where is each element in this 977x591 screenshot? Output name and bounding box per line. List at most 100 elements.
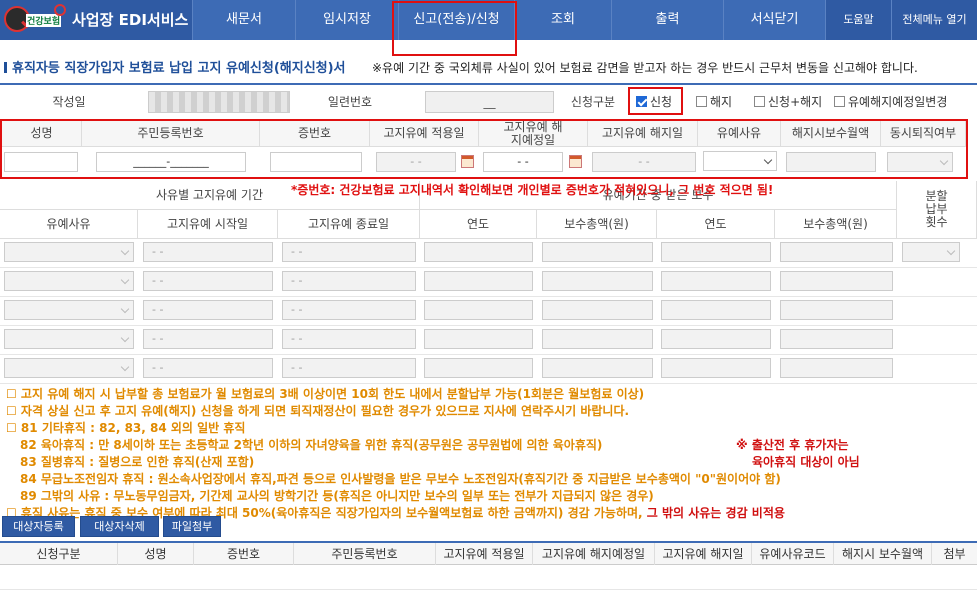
reason-select[interactable] xyxy=(703,151,777,171)
pay-total-2-input[interactable] xyxy=(780,300,893,320)
pay-total-1-input[interactable] xyxy=(542,329,653,349)
option-change-date-checkbox[interactable]: 유예해지예정일변경 xyxy=(834,93,947,110)
note-line-group: 83 질병휴직 : 질병으로 인한 휴직(산재 포함) 육아휴직 대상이 아님 xyxy=(6,454,971,471)
target-list-header: 신청구분 성명 증번호 주민등록번호 고지유예 적용일 고지유예 해지예정일 고… xyxy=(0,541,977,565)
pay-total-2-input[interactable] xyxy=(780,242,893,262)
pay-total-1-input[interactable] xyxy=(542,271,653,291)
period-reason-select[interactable] xyxy=(4,358,134,378)
serial-field[interactable]: __ xyxy=(425,91,554,113)
calendar-icon[interactable] xyxy=(569,155,582,168)
note-line: ☐ 고지 유예 해지 시 납부할 총 보험료가 월 보험료의 3배 이상이면 1… xyxy=(6,387,645,401)
note-line: 84 무급노조전임자 휴직 : 원소속사업장에서 휴직,파견 등으로 인사발령을… xyxy=(20,472,781,486)
header-pay-total-2: 보수총액(원) xyxy=(775,210,897,239)
header-period-reason: 유예사유 xyxy=(0,210,138,239)
col-reason-code: 유예사유코드 xyxy=(752,543,834,565)
period-start-input[interactable]: - - xyxy=(143,329,273,349)
col-name: 성명 xyxy=(118,543,194,565)
year-2-input[interactable] xyxy=(661,329,771,349)
period-start-input[interactable]: - - xyxy=(143,358,273,378)
period-start-input[interactable]: - - xyxy=(143,300,273,320)
option-apply-checkbox[interactable]: 신청 xyxy=(636,93,672,110)
note-line-red: 그 밖의 사유는 경감 비적용 xyxy=(646,506,785,520)
note-line-group: 82 육아휴직 : 만 8세이하 또는 초등학교 2학년 이하의 자녀양육을 위… xyxy=(6,437,971,454)
pay-total-2-input[interactable] xyxy=(780,271,893,291)
period-start-input[interactable]: - - xyxy=(143,242,273,262)
simultaneous-retire-select[interactable] xyxy=(887,152,953,172)
row-divider xyxy=(0,267,977,268)
period-end-input[interactable]: - - xyxy=(282,242,416,262)
divider xyxy=(0,83,977,85)
period-end-input[interactable]: - - xyxy=(282,329,416,349)
attach-file-button[interactable]: 파일첨부 xyxy=(163,516,221,537)
serial-label: 일련번호 xyxy=(327,95,373,109)
checkbox-checked-icon xyxy=(636,96,647,107)
nav-new-document[interactable]: 새문서 xyxy=(192,0,295,40)
col-card-number: 증번호 xyxy=(194,543,294,565)
document-note: ※유예 기간 중 국외체류 사실이 있어 보험료 감면을 받고자 하는 경우 반… xyxy=(372,61,918,75)
checkbox-icon xyxy=(696,96,707,107)
option-change-date-label: 유예해지예정일변경 xyxy=(848,95,948,109)
header-pay-total-1: 보수총액(원) xyxy=(537,210,657,239)
header-reason: 유예사유 xyxy=(698,121,781,147)
period-reason-select[interactable] xyxy=(4,242,134,262)
register-target-button[interactable]: 대상자등록 xyxy=(2,516,75,537)
installments-select[interactable] xyxy=(902,242,960,262)
year-1-input[interactable] xyxy=(424,242,533,262)
header-period-start: 고지유예 시작일 xyxy=(138,210,278,239)
period-reason-select[interactable] xyxy=(4,300,134,320)
cancel-date-input[interactable]: - - xyxy=(592,152,696,172)
logo-mark-icon xyxy=(54,4,66,16)
written-date-label: 작성일 xyxy=(52,95,86,109)
checkbox-icon xyxy=(754,96,765,107)
divider xyxy=(0,589,977,590)
app-title: 사업장 EDI서비스 xyxy=(72,11,189,29)
option-cancel-checkbox[interactable]: 해지 xyxy=(696,93,732,110)
note-line: ☐ 자격 상실 신고 후 고지 유예(해지) 신청을 하게 되면 퇴직재정산이 … xyxy=(6,404,630,418)
option-apply-cancel-checkbox[interactable]: 신청+해지 xyxy=(754,93,822,110)
pay-total-2-input[interactable] xyxy=(780,329,893,349)
nav-full-menu[interactable]: 전체메뉴 열기 xyxy=(891,0,977,40)
year-1-input[interactable] xyxy=(424,300,533,320)
delete-target-button[interactable]: 대상자삭제 xyxy=(80,516,159,537)
year-1-input[interactable] xyxy=(424,358,533,378)
pay-total-1-input[interactable] xyxy=(542,358,653,378)
row-divider xyxy=(0,325,977,326)
pay-total-2-input[interactable] xyxy=(780,358,893,378)
header-installments: 분할 납부 횟수 xyxy=(897,181,977,239)
pay-total-1-input[interactable] xyxy=(542,242,653,262)
nav-print[interactable]: 출력 xyxy=(611,0,723,40)
nav-close-form[interactable]: 서식닫기 xyxy=(723,0,825,40)
header-cancel-date: 고지유예 해지일 xyxy=(588,121,698,147)
nav-temp-save[interactable]: 임시저장 xyxy=(295,0,398,40)
period-reason-select[interactable] xyxy=(4,271,134,291)
planned-cancel-date-input[interactable]: - - xyxy=(483,152,563,172)
period-start-input[interactable]: - - xyxy=(143,271,273,291)
nav-search[interactable]: 조회 xyxy=(514,0,611,40)
note-line: ☐ 81 기타휴직 : 82, 83, 84 외의 일반 휴직 xyxy=(6,421,246,435)
written-date-field[interactable] xyxy=(148,91,290,113)
year-2-input[interactable] xyxy=(661,271,771,291)
period-end-input[interactable]: - - xyxy=(282,358,416,378)
year-2-input[interactable] xyxy=(661,300,771,320)
period-end-input[interactable]: - - xyxy=(282,300,416,320)
note-line-red: ※ 출산전 후 휴가자는 xyxy=(736,438,849,452)
brand: 건강보험 사업장 EDI서비스 xyxy=(0,0,192,40)
col-rrn: 주민등록번호 xyxy=(294,543,436,565)
rrn-input[interactable]: ______-_______ xyxy=(96,152,246,172)
year-1-input[interactable] xyxy=(424,271,533,291)
card-number-input[interactable] xyxy=(270,152,362,172)
pay-total-1-input[interactable] xyxy=(542,300,653,320)
year-2-input[interactable] xyxy=(661,358,771,378)
year-1-input[interactable] xyxy=(424,329,533,349)
period-reason-select[interactable] xyxy=(4,329,134,349)
logo-text: 건강보험 xyxy=(26,14,62,27)
name-input[interactable] xyxy=(4,152,78,172)
nav-help[interactable]: 도움말 xyxy=(825,0,891,40)
apply-date-input[interactable]: - - xyxy=(376,152,456,172)
calendar-icon[interactable] xyxy=(461,155,474,168)
period-end-input[interactable]: - - xyxy=(282,271,416,291)
monthly-pay-input[interactable] xyxy=(786,152,876,172)
header-year-1: 연도 xyxy=(420,210,537,239)
year-2-input[interactable] xyxy=(661,242,771,262)
card-number-annotation: *증번호: 건강보험료 고지내역서 확인해보면 개인별로 증번호가 적혀있으니,… xyxy=(291,183,774,197)
